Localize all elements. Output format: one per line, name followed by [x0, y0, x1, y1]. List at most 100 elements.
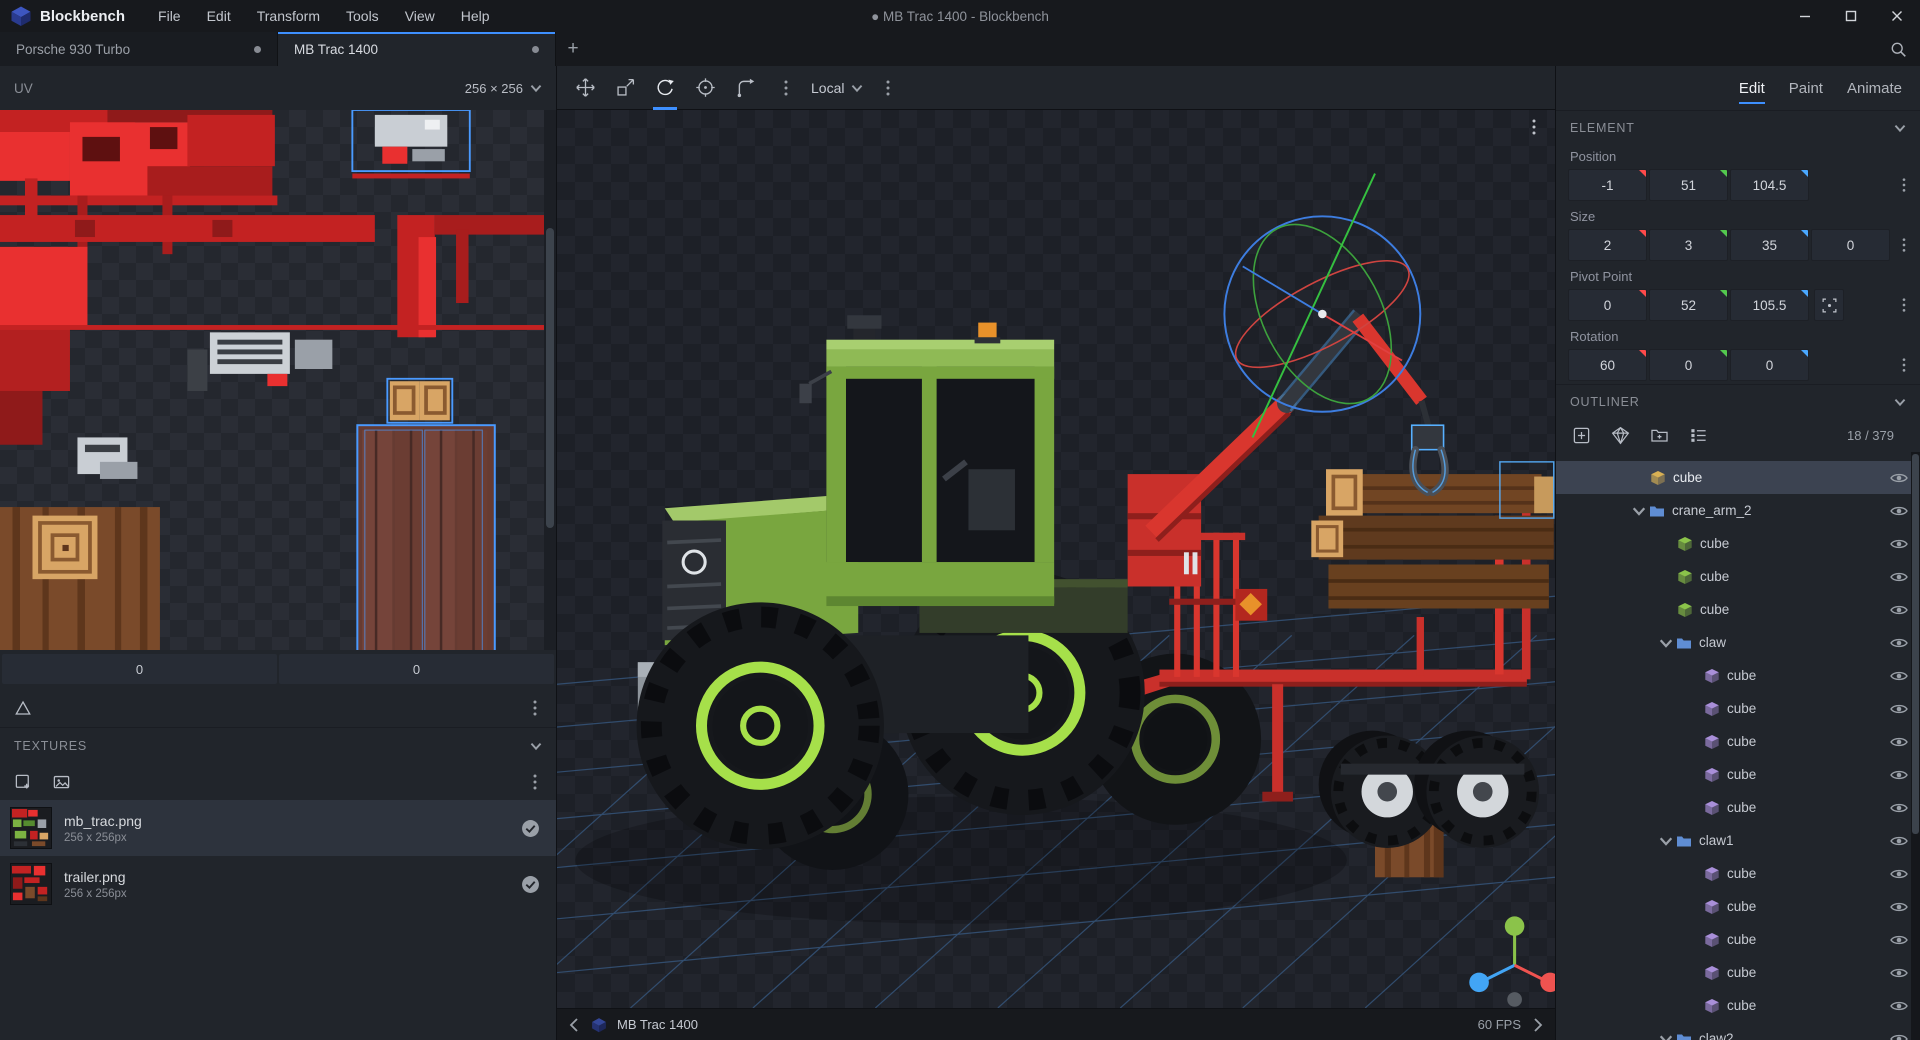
add-cube-button[interactable] — [1570, 424, 1592, 446]
outliner-row-cube[interactable]: cube — [1556, 989, 1920, 1022]
tab-edit-mode[interactable]: Edit — [1739, 80, 1765, 97]
menu-file[interactable]: File — [145, 0, 194, 32]
outliner-row-cube[interactable]: cube — [1556, 956, 1920, 989]
visibility-eye-icon[interactable] — [1890, 571, 1908, 583]
visibility-eye-icon[interactable] — [1890, 1033, 1908, 1040]
visibility-eye-icon[interactable] — [1890, 505, 1908, 517]
visibility-eye-icon[interactable] — [1890, 835, 1908, 847]
search-icon[interactable] — [1876, 32, 1920, 66]
outliner-row-cube[interactable]: cube — [1556, 692, 1920, 725]
texture-item-mb-trac[interactable]: mb_trac.png 256 x 256px — [0, 800, 556, 856]
position-z-input[interactable]: 104.5 — [1730, 169, 1809, 201]
tab-mb-trac-1400[interactable]: MB Trac 1400 — [278, 32, 556, 66]
menu-tools[interactable]: Tools — [333, 0, 392, 32]
menu-dots-icon[interactable] — [1896, 237, 1912, 253]
size-x-input[interactable]: 2 — [1568, 229, 1647, 261]
visibility-eye-icon[interactable] — [1890, 802, 1908, 814]
tab-paint-mode[interactable]: Paint — [1789, 80, 1823, 97]
import-texture-icon[interactable] — [12, 771, 34, 793]
visibility-eye-icon[interactable] — [1890, 604, 1908, 616]
visibility-eye-icon[interactable] — [1890, 472, 1908, 484]
focus-pivot-button[interactable] — [1814, 289, 1844, 321]
rotation-x-input[interactable]: 60 — [1568, 349, 1647, 381]
close-button[interactable] — [1874, 0, 1920, 32]
uv-resolution-dropdown[interactable]: 256 × 256 — [465, 81, 542, 96]
outliner-row-cube[interactable]: cube — [1556, 758, 1920, 791]
visibility-eye-icon[interactable] — [1890, 967, 1908, 979]
chevron-down-icon[interactable] — [1659, 834, 1673, 848]
size-y-input[interactable]: 3 — [1649, 229, 1728, 261]
chevron-down-icon[interactable] — [1659, 636, 1673, 650]
create-texture-icon[interactable] — [50, 771, 72, 793]
texture-item-trailer[interactable]: trailer.png 256 x 256px — [0, 856, 556, 912]
visibility-eye-icon[interactable] — [1890, 934, 1908, 946]
tab-porsche-930-turbo[interactable]: Porsche 930 Turbo — [0, 32, 278, 66]
mirror-triangle-icon[interactable] — [12, 697, 34, 719]
visibility-eye-icon[interactable] — [1890, 1000, 1908, 1012]
next-camera-icon[interactable] — [1531, 1018, 1545, 1032]
rotation-z-input[interactable]: 0 — [1730, 349, 1809, 381]
menu-dots-icon[interactable] — [526, 773, 544, 791]
visibility-eye-icon[interactable] — [1890, 736, 1908, 748]
resize-tool-icon[interactable] — [611, 66, 639, 110]
chevron-down-icon[interactable] — [530, 740, 542, 752]
add-group-button[interactable] — [1648, 424, 1670, 446]
texture-enabled-check-icon[interactable] — [521, 819, 540, 838]
chevron-down-icon[interactable] — [1632, 504, 1646, 518]
tab-animate-mode[interactable]: Animate — [1847, 80, 1902, 97]
menu-dots-icon[interactable] — [526, 699, 544, 717]
outliner-view-toggle-button[interactable] — [1687, 424, 1709, 446]
visibility-eye-icon[interactable] — [1890, 769, 1908, 781]
size-z-input[interactable]: 35 — [1730, 229, 1809, 261]
outliner-row-cube[interactable]: cube — [1556, 593, 1920, 626]
outliner-row-group[interactable]: crane_arm_2 — [1556, 494, 1920, 527]
chevron-down-icon[interactable] — [1894, 122, 1906, 134]
visibility-eye-icon[interactable] — [1890, 670, 1908, 682]
uv-slider-v[interactable]: 0 — [279, 654, 554, 684]
menu-dots-icon[interactable] — [1896, 297, 1912, 313]
move-tool-icon[interactable] — [571, 66, 599, 110]
pivot-x-input[interactable]: 0 — [1568, 289, 1647, 321]
outliner-row-cube[interactable]: cube — [1556, 857, 1920, 890]
outliner-scrollbar[interactable] — [1911, 452, 1920, 1040]
visibility-eye-icon[interactable] — [1890, 703, 1908, 715]
chevron-down-icon[interactable] — [1894, 396, 1906, 408]
uv-slider-u[interactable]: 0 — [2, 654, 277, 684]
pivot-y-input[interactable]: 52 — [1649, 289, 1728, 321]
outliner-row-cube[interactable]: cube — [1556, 560, 1920, 593]
outliner-row-group[interactable]: claw2 — [1556, 1022, 1920, 1040]
menu-dots-icon[interactable] — [1896, 177, 1912, 193]
menu-dots-icon[interactable] — [777, 79, 795, 97]
menu-transform[interactable]: Transform — [244, 0, 333, 32]
add-mesh-button[interactable] — [1609, 424, 1631, 446]
outliner-scrollbar-thumb[interactable] — [1912, 454, 1919, 834]
prev-camera-icon[interactable] — [567, 1018, 581, 1032]
rotate-tool-icon[interactable] — [651, 66, 679, 110]
outliner-row-cube[interactable]: cube — [1556, 923, 1920, 956]
position-x-input[interactable]: -1 — [1568, 169, 1647, 201]
menu-dots-icon[interactable] — [879, 79, 897, 97]
outliner-row-cube-selected[interactable]: cube — [1556, 461, 1920, 494]
outliner-row-cube[interactable]: cube — [1556, 725, 1920, 758]
rotation-y-input[interactable]: 0 — [1649, 349, 1728, 381]
menu-dots-icon[interactable] — [1525, 118, 1543, 136]
menu-dots-icon[interactable] — [1896, 357, 1912, 373]
menu-view[interactable]: View — [392, 0, 448, 32]
outliner-row-cube[interactable]: cube — [1556, 890, 1920, 923]
vertex-snap-tool-icon[interactable] — [731, 66, 759, 110]
outliner-row-group[interactable]: claw1 — [1556, 824, 1920, 857]
element-header[interactable]: ELEMENT — [1556, 110, 1920, 144]
chevron-down-icon[interactable] — [1659, 1032, 1673, 1040]
visibility-eye-icon[interactable] — [1890, 538, 1908, 550]
menu-edit[interactable]: Edit — [194, 0, 244, 32]
outliner-row-cube[interactable]: cube — [1556, 659, 1920, 692]
visibility-eye-icon[interactable] — [1890, 868, 1908, 880]
uv-scrollbar[interactable] — [544, 110, 556, 650]
outliner-header[interactable]: OUTLINER — [1556, 384, 1920, 418]
visibility-eye-icon[interactable] — [1890, 901, 1908, 913]
outliner-tree[interactable]: cube cube crane_arm_2 cube — [1556, 452, 1920, 1040]
pivot-tool-icon[interactable] — [691, 66, 719, 110]
viewport-canvas[interactable] — [557, 110, 1555, 1008]
texture-enabled-check-icon[interactable] — [521, 875, 540, 894]
uv-editor-canvas[interactable] — [0, 110, 556, 650]
